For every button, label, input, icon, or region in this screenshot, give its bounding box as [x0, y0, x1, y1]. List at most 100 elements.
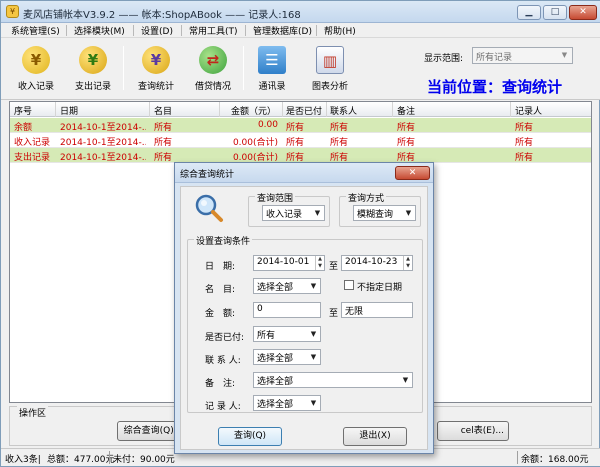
col-header-remark[interactable]: 备注: [397, 104, 415, 117]
remark-select[interactable]: 选择全部 ▼: [253, 372, 413, 388]
cell-recorder: 所有: [515, 138, 534, 148]
chevron-down-icon: ▼: [561, 51, 568, 59]
scope-select[interactable]: 收入记录 ▼: [262, 205, 325, 221]
menu-help[interactable]: 帮助(H): [324, 24, 356, 37]
cell-contact: 所有: [330, 123, 349, 133]
scope-group: 查询范围 收入记录 ▼: [248, 191, 330, 227]
table-row[interactable]: 支出记录 2014-10-1至2014-... 所有 0.00(合计) 所有 所…: [10, 148, 591, 163]
scope-group-title: 查询范围: [255, 191, 296, 204]
address-book-icon: ☰: [258, 46, 286, 74]
paid-select[interactable]: 所有 ▼: [253, 326, 321, 342]
title-bar[interactable]: ¥ 麦风店铺帐本V3.9.2 —— 帐本:ShopABook —— 记录人:16…: [1, 1, 600, 23]
amount-from-field[interactable]: 0: [253, 302, 321, 318]
no-date-label: 不指定日期: [357, 283, 403, 293]
date-to-field[interactable]: 2014-10-23 ▲ ▼: [341, 255, 413, 271]
table-row[interactable]: 收入记录 2014-10-1至2014-... 所有 0.00(合计) 所有 所…: [10, 133, 591, 148]
chart-icon: ▥: [316, 46, 344, 74]
cell-remark: 所有: [397, 138, 416, 148]
range-select[interactable]: 所有记录 ▼: [472, 47, 573, 64]
contact-select[interactable]: 选择全部 ▼: [253, 349, 321, 365]
chart-analysis-label: 图表分析: [311, 82, 348, 92]
grid-header: 序号 日期 名目 金额（元） 是否已付 联系人 备注 记录人: [10, 102, 591, 117]
cell-recorder: 所有: [515, 153, 534, 163]
col-header-index[interactable]: 序号: [14, 104, 32, 117]
magnifier-icon: [195, 194, 223, 222]
cell-date: 2014-10-1至2014-...: [60, 123, 146, 133]
col-separator: [282, 102, 283, 117]
dialog-title: 综合查询统计: [180, 170, 235, 180]
income-record-label: 收入记录: [17, 82, 54, 92]
conditions-group-title: 设置查询条件: [194, 234, 253, 247]
method-select[interactable]: 模糊查询 ▼: [353, 205, 416, 221]
address-book-label: 通讯录: [258, 82, 286, 92]
cell-index: 余额: [14, 123, 33, 133]
date-from-field[interactable]: 2014-10-01 ▲ ▼: [253, 255, 325, 271]
chart-analysis-button[interactable]: ▥ 图表分析: [303, 42, 357, 98]
category-value: 选择全部: [257, 283, 294, 293]
menu-modules[interactable]: 选择模块(M): [74, 24, 125, 37]
yen-income-icon: ¥: [22, 46, 50, 74]
operations-title: 操作区: [17, 406, 49, 419]
menu-separator: [181, 25, 182, 36]
conditions-group: 设置查询条件 日 期: 2014-10-01 ▲ ▼ 至 2014-10-23 ▲…: [187, 234, 423, 413]
col-header-category[interactable]: 名目: [154, 104, 172, 117]
menu-settings[interactable]: 设置(D): [141, 24, 173, 37]
col-header-amount[interactable]: 金额（元）: [231, 104, 276, 117]
spin-icon[interactable]: ▲ ▼: [403, 256, 412, 270]
method-group: 查询方式 模糊查询 ▼: [339, 191, 421, 227]
toolbar-separator: [243, 46, 244, 90]
query-dialog: 综合查询统计 ✕ 查询范围 收入记录 ▼ 查询方式 模糊查询 ▼ 设置查询条件 …: [174, 162, 434, 454]
cell-amount: 0.00: [257, 120, 278, 130]
chevron-down-icon: ▼: [314, 209, 321, 217]
date-from-value: 2014-10-01: [257, 257, 310, 267]
cell-category: 所有: [154, 153, 173, 163]
minimize-button[interactable]: ▁: [517, 5, 541, 20]
current-position: 当前位置：查询统计: [427, 78, 563, 96]
col-header-contact[interactable]: 联系人: [330, 104, 357, 117]
menu-system[interactable]: 系统管理(S): [11, 24, 60, 37]
excel-export-button[interactable]: cel表(E)...: [437, 421, 509, 441]
contact-value: 选择全部: [257, 354, 294, 364]
amount-to-field[interactable]: 无限: [341, 302, 413, 318]
category-select[interactable]: 选择全部 ▼: [253, 278, 321, 294]
income-record-button[interactable]: ¥ 收入记录: [9, 42, 63, 98]
dialog-title-bar[interactable]: 综合查询统计 ✕: [175, 163, 433, 183]
col-separator: [219, 102, 220, 117]
col-header-recorder[interactable]: 记录人: [515, 104, 542, 117]
cell-date: 2014-10-1至2014-...: [60, 138, 146, 148]
col-header-date[interactable]: 日期: [60, 104, 78, 117]
address-book-button[interactable]: ☰ 通讯录: [245, 42, 299, 98]
menu-tools[interactable]: 常用工具(T): [189, 24, 238, 37]
contact-label: 联 系 人:: [205, 356, 241, 366]
table-row[interactable]: 余额 2014-10-1至2014-... 所有 0.00 所有 所有 所有 所…: [10, 118, 591, 133]
loan-status-button[interactable]: ⇄ 借贷情况: [186, 42, 240, 98]
paid-label: 是否已付:: [205, 333, 245, 343]
status-unpaid: 未付：90.00元: [113, 455, 175, 465]
window-title: 麦风店铺帐本V3.9.2 —— 帐本:ShopABook —— 记录人:168: [23, 10, 301, 21]
date-to-separator: 至: [329, 262, 339, 272]
loan-status-label: 借贷情况: [194, 82, 231, 92]
remark-value: 选择全部: [257, 377, 294, 387]
chevron-down-icon: ▼: [310, 330, 317, 338]
date-label: 日 期:: [205, 262, 236, 272]
expense-record-button[interactable]: ¥ 支出记录: [66, 42, 120, 98]
range-value: 所有记录: [476, 53, 513, 63]
recorder-select[interactable]: 选择全部 ▼: [253, 395, 321, 411]
query-button[interactable]: 查询(Q): [218, 427, 282, 446]
expense-record-label: 支出记录: [74, 82, 111, 92]
cell-paid: 所有: [286, 123, 305, 133]
toolbar-separator: [123, 46, 124, 90]
loan-icon: ⇄: [199, 46, 227, 74]
dialog-close-button[interactable]: ✕: [395, 166, 430, 180]
menu-database[interactable]: 管理数据库(D): [253, 24, 312, 37]
close-button[interactable]: ✕: [569, 5, 597, 20]
status-balance: 余额：168.00元: [521, 455, 589, 465]
query-stats-button[interactable]: ¥ 查询统计: [129, 42, 183, 98]
maximize-button[interactable]: □: [543, 5, 567, 20]
no-date-checkbox[interactable]: [344, 280, 354, 290]
main-window: ¥ 麦风店铺帐本V3.9.2 —— 帐本:ShopABook —— 记录人:16…: [0, 0, 600, 467]
spin-icon[interactable]: ▲ ▼: [315, 256, 324, 270]
exit-button[interactable]: 退出(X): [343, 427, 407, 446]
col-header-paid[interactable]: 是否已付: [286, 104, 322, 117]
menu-separator: [316, 25, 317, 36]
